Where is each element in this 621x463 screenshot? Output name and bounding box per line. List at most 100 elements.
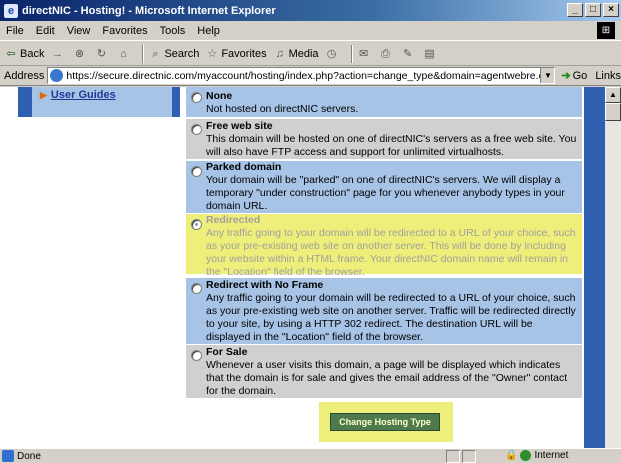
option-for-sale[interactable]: For Sale Whenever a user visits this dom…: [186, 345, 582, 398]
option-desc: Any traffic going to your domain will be…: [206, 227, 576, 278]
option-parked-domain[interactable]: Parked domain Your domain will be "parke…: [186, 161, 582, 213]
option-desc: Any traffic going to your domain will be…: [206, 292, 576, 343]
menu-favorites[interactable]: Favorites: [102, 25, 147, 37]
edit-button[interactable]: ✎: [401, 47, 417, 61]
option-desc: Whenever a user visits this domain, a pa…: [206, 359, 568, 397]
menu-tools[interactable]: Tools: [160, 25, 186, 37]
print-icon: ⎙: [381, 47, 390, 60]
browser-window: e directNIC - Hosting! - Microsoft Inter…: [0, 0, 621, 463]
scroll-up-button[interactable]: ▲: [605, 87, 621, 103]
discuss-icon: ▤: [424, 47, 435, 60]
option-redirected[interactable]: Redirected Any traffic going to your dom…: [186, 214, 582, 278]
discuss-button[interactable]: ▤: [423, 47, 439, 61]
toolbar-separator: [142, 44, 145, 63]
back-button[interactable]: ⇦ Back: [4, 47, 44, 61]
radio-none[interactable]: [191, 92, 202, 103]
go-label: Go: [572, 69, 588, 82]
status-pane: [446, 450, 460, 463]
vertical-scrollbar[interactable]: ▲: [605, 87, 621, 448]
mail-icon: ✉: [358, 47, 369, 60]
page-right-margin: [584, 87, 605, 448]
address-url: https://secure.directnic.com/myaccount/h…: [66, 69, 556, 82]
refresh-icon: ↻: [96, 47, 107, 60]
go-button[interactable]: ➔ Go: [561, 69, 588, 83]
status-text: Done: [17, 450, 41, 462]
menu-help[interactable]: Help: [197, 25, 220, 37]
toolbar: ⇦ Back → ⊗ ↻ ⌂ ⌕ Search ☆ Favorites ♫ Me…: [0, 42, 621, 66]
lock-icon: 🔒: [505, 450, 518, 461]
minimize-button[interactable]: _: [567, 3, 583, 17]
user-guides-link[interactable]: ▶ User Guides: [40, 89, 116, 101]
favorites-button[interactable]: ☆ Favorites: [205, 47, 266, 61]
submit-highlight: Change Hosting Type: [319, 402, 453, 442]
ie-icon: e: [4, 3, 18, 18]
maximize-button[interactable]: □: [585, 3, 601, 17]
media-label: Media: [288, 47, 319, 60]
security-zone: 🔒 Internet: [505, 450, 568, 461]
option-none[interactable]: None Not hosted on directNIC servers.: [186, 87, 582, 117]
stop-icon: ⊗: [74, 47, 85, 60]
home-icon: ⌂: [120, 47, 127, 60]
favorites-icon: ☆: [207, 47, 218, 60]
sidebar-area: [18, 117, 180, 448]
option-title: For Sale: [206, 346, 248, 358]
edit-icon: ✎: [402, 47, 413, 60]
hosting-options: None Not hosted on directNIC servers. Fr…: [180, 87, 584, 448]
windows-logo-icon: ⊞: [597, 22, 615, 39]
mail-button[interactable]: ✉: [357, 47, 373, 61]
option-title: Redirected: [206, 214, 261, 226]
radio-redirected[interactable]: [191, 219, 202, 230]
history-icon: ◷: [326, 47, 337, 60]
radio-parked-domain[interactable]: [191, 166, 202, 177]
address-input[interactable]: https://secure.directnic.com/myaccount/h…: [47, 67, 556, 84]
search-label: Search: [164, 47, 200, 60]
option-desc: Not hosted on directNIC servers.: [206, 103, 359, 115]
back-label: Back: [20, 47, 45, 60]
sidebar-panel: ▶ User Guides: [32, 87, 172, 117]
change-hosting-type-button[interactable]: Change Hosting Type: [330, 413, 440, 431]
radio-redirect-no-frame[interactable]: [191, 283, 202, 294]
page-done-icon: [2, 450, 14, 462]
zone-label: Internet: [534, 450, 569, 461]
stop-button[interactable]: ⊗: [72, 47, 88, 61]
search-icon: ⌕: [152, 47, 159, 60]
option-redirect-no-frame[interactable]: Redirect with No Frame Any traffic going…: [186, 278, 582, 344]
media-button[interactable]: ♫ Media: [273, 47, 319, 61]
favorites-label: Favorites: [221, 47, 267, 60]
window-controls: _ □ ×: [567, 3, 619, 17]
search-button[interactable]: ⌕ Search: [148, 47, 199, 61]
refresh-button[interactable]: ↻: [94, 47, 110, 61]
print-button[interactable]: ⎙: [379, 47, 395, 61]
toolbar-separator: [350, 44, 353, 63]
option-desc: This domain will be hosted on one of dir…: [206, 133, 577, 158]
menu-file[interactable]: File: [6, 25, 24, 37]
menu-view[interactable]: View: [67, 25, 91, 37]
option-title: None: [206, 90, 233, 102]
close-button[interactable]: ×: [603, 3, 619, 17]
menu-bar: File Edit View Favorites Tools Help ⊞: [0, 21, 621, 41]
forward-arrow-icon: →: [51, 47, 63, 60]
window-title: directNIC - Hosting! - Microsoft Interne…: [22, 4, 276, 17]
arrow-bullet-icon: ▶: [40, 90, 47, 100]
radio-for-sale[interactable]: [191, 350, 202, 361]
history-button[interactable]: ◷: [325, 47, 341, 61]
page-icon: [50, 69, 64, 82]
menu-edit[interactable]: Edit: [36, 25, 55, 37]
home-button[interactable]: ⌂: [116, 47, 132, 61]
page-viewport: ▶ User Guides None Not hosted on directNI…: [0, 87, 605, 448]
address-dropdown-button[interactable]: ▼: [540, 68, 555, 83]
address-bar: Address https://secure.directnic.com/mya…: [0, 66, 621, 86]
globe-icon: [520, 450, 532, 461]
radio-free-web-site[interactable]: [191, 124, 202, 135]
status-pane: [462, 450, 476, 463]
option-desc: Your domain will be "parked" on one of d…: [206, 174, 565, 212]
option-title: Parked domain: [206, 161, 282, 173]
option-free-web-site[interactable]: Free web site This domain will be hosted…: [186, 119, 582, 159]
back-arrow-icon: ⇦: [6, 47, 16, 60]
scroll-thumb[interactable]: [605, 103, 621, 121]
option-title: Free web site: [206, 120, 273, 132]
links-button[interactable]: Links: [595, 70, 621, 82]
forward-button[interactable]: →: [50, 47, 66, 61]
user-guides-label: User Guides: [50, 89, 116, 101]
go-arrow-icon: ➔: [561, 70, 571, 82]
